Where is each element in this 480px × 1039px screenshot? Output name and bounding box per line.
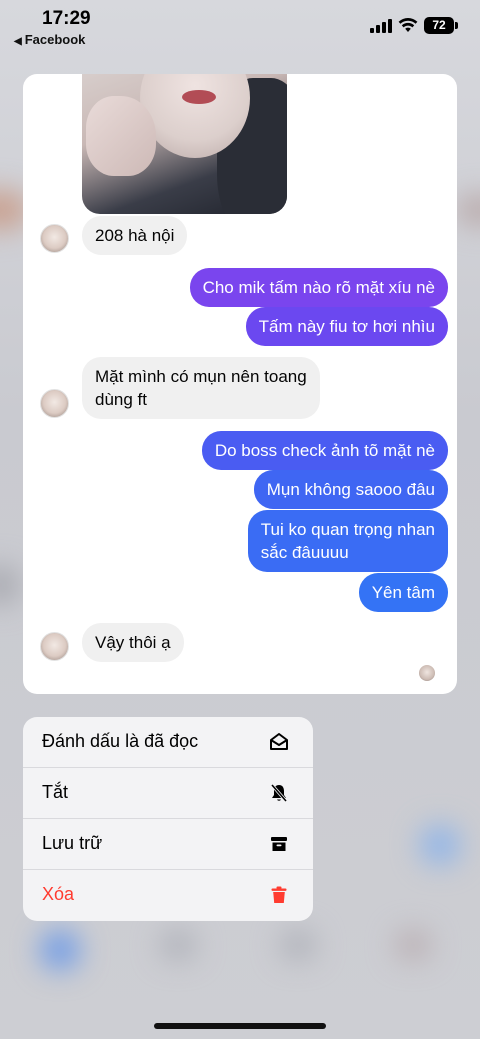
home-indicator[interactable] (154, 1023, 326, 1029)
message-outgoing[interactable]: Tui ko quan trọng nhan sắc đâuuuu (247, 510, 448, 572)
message-line: Mặt mình có mụn nên toang (95, 367, 307, 386)
message-incoming[interactable]: Mặt mình có mụn nên toang dùng ft (82, 357, 320, 419)
message-incoming[interactable]: 208 hà nội (82, 216, 188, 255)
menu-item-label: Lưu trữ (42, 833, 103, 853)
battery-icon: 72 (424, 17, 454, 34)
message-outgoing[interactable]: Tấm này fiu tơ hơi nhìu (245, 307, 448, 346)
avatar (40, 632, 69, 661)
back-arrow-icon: ◀ (14, 36, 22, 47)
menu-item-archive[interactable]: Lưu trữ (23, 819, 313, 870)
message-outgoing[interactable]: Mụn không saooo đâu (253, 470, 448, 509)
wifi-icon (398, 17, 418, 32)
cellular-signal-icon (370, 19, 392, 33)
envelope-open-icon (270, 733, 288, 750)
menu-item-delete[interactable]: Xóa (23, 870, 313, 921)
clock-time: 17:29 (42, 8, 91, 29)
back-to-app-link[interactable]: ◀ Facebook (14, 32, 85, 47)
menu-item-mark-as-read[interactable]: Đánh dấu là đã đọc (23, 717, 313, 768)
archive-box-icon (271, 837, 287, 851)
trash-icon (271, 886, 287, 903)
context-menu: Đánh dấu là đã đọc Tắt Lưu trữ Xóa (23, 717, 313, 921)
conversation-preview[interactable]: 208 hà nội Cho mik tấm nào rõ mặt xíu nè… (23, 74, 457, 694)
menu-item-label: Tắt (42, 782, 69, 802)
message-outgoing[interactable]: Yên tâm (358, 573, 448, 612)
avatar (40, 224, 69, 253)
message-outgoing[interactable]: Do boss check ảnh tõ mặt nè (201, 431, 448, 470)
menu-item-mute[interactable]: Tắt (23, 768, 313, 819)
battery-tip (455, 22, 458, 29)
message-outgoing[interactable]: Cho mik tấm nào rõ mặt xíu nè (189, 268, 448, 307)
message-line: sắc đâuuuu (260, 543, 349, 562)
avatar (40, 389, 69, 418)
bell-slash-icon (270, 783, 288, 803)
message-line: Tui ko quan trọng nhan (260, 520, 435, 539)
status-bar: 17:29 ◀ Facebook 72 (0, 0, 480, 52)
message-line: dùng ft (95, 390, 147, 409)
shared-photo[interactable] (82, 74, 287, 214)
message-incoming[interactable]: Vậy thôi ạ (82, 623, 184, 662)
menu-item-label: Đánh dấu là đã đọc (42, 731, 199, 751)
menu-item-label: Xóa (42, 884, 75, 904)
seen-receipt-avatar (419, 665, 435, 681)
back-app-label: Facebook (24, 32, 86, 47)
